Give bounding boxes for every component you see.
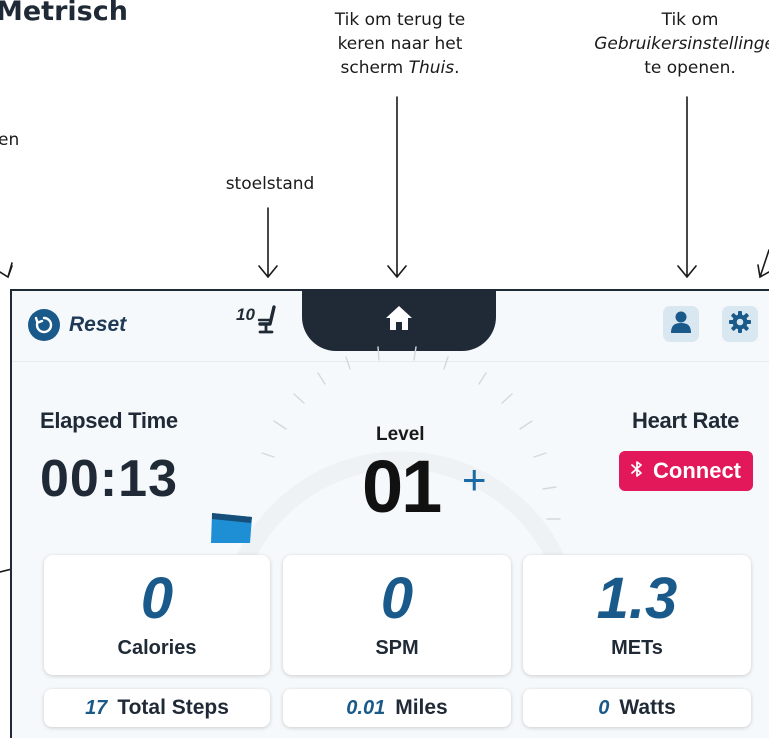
level-value: 01 [362,445,442,528]
calories-value: 0 [140,566,174,631]
mets-card: 1.3 METs [523,555,751,675]
miles-card: 0.01 Miles [283,689,511,727]
total-steps-value: 17 [85,696,108,719]
miles-value: 0.01 [346,696,386,719]
elapsed-time-label: Elapsed Time [40,408,178,433]
total-steps-card: 17 Total Steps [44,689,270,727]
console-screen: Reset 10 Elapsed Time 00:13 Level 01 + H… [10,289,769,738]
connect-label: Connect [653,458,741,483]
arrow-left-corner [0,262,13,279]
mets-value: 1.3 [596,566,678,631]
heart-rate-label: Heart Rate [632,408,740,433]
calories-card: 0 Calories [44,555,270,675]
arrow-user [677,96,697,279]
arrow-home [387,96,407,279]
arrow-gear-corner [757,249,769,279]
watts-value: 0 [598,696,610,719]
bluetooth-icon [631,458,643,484]
calories-label: Calories [117,637,197,659]
level-increase-button[interactable]: + [462,459,487,501]
heart-rate-connect-button[interactable]: Connect [619,451,753,491]
mets-label: METs [611,637,663,659]
spm-label: SPM [375,637,419,659]
arrow-seat [258,207,278,279]
total-steps-label: Total Steps [117,696,229,719]
watts-card: 0 Watts [523,689,751,727]
spm-value: 0 [380,566,414,631]
elapsed-time-value: 00:13 [40,450,178,508]
spm-card: 0 SPM [283,555,511,675]
watts-label: Watts [619,696,676,719]
miles-label: Miles [395,696,448,719]
level-label: Level [376,424,425,445]
